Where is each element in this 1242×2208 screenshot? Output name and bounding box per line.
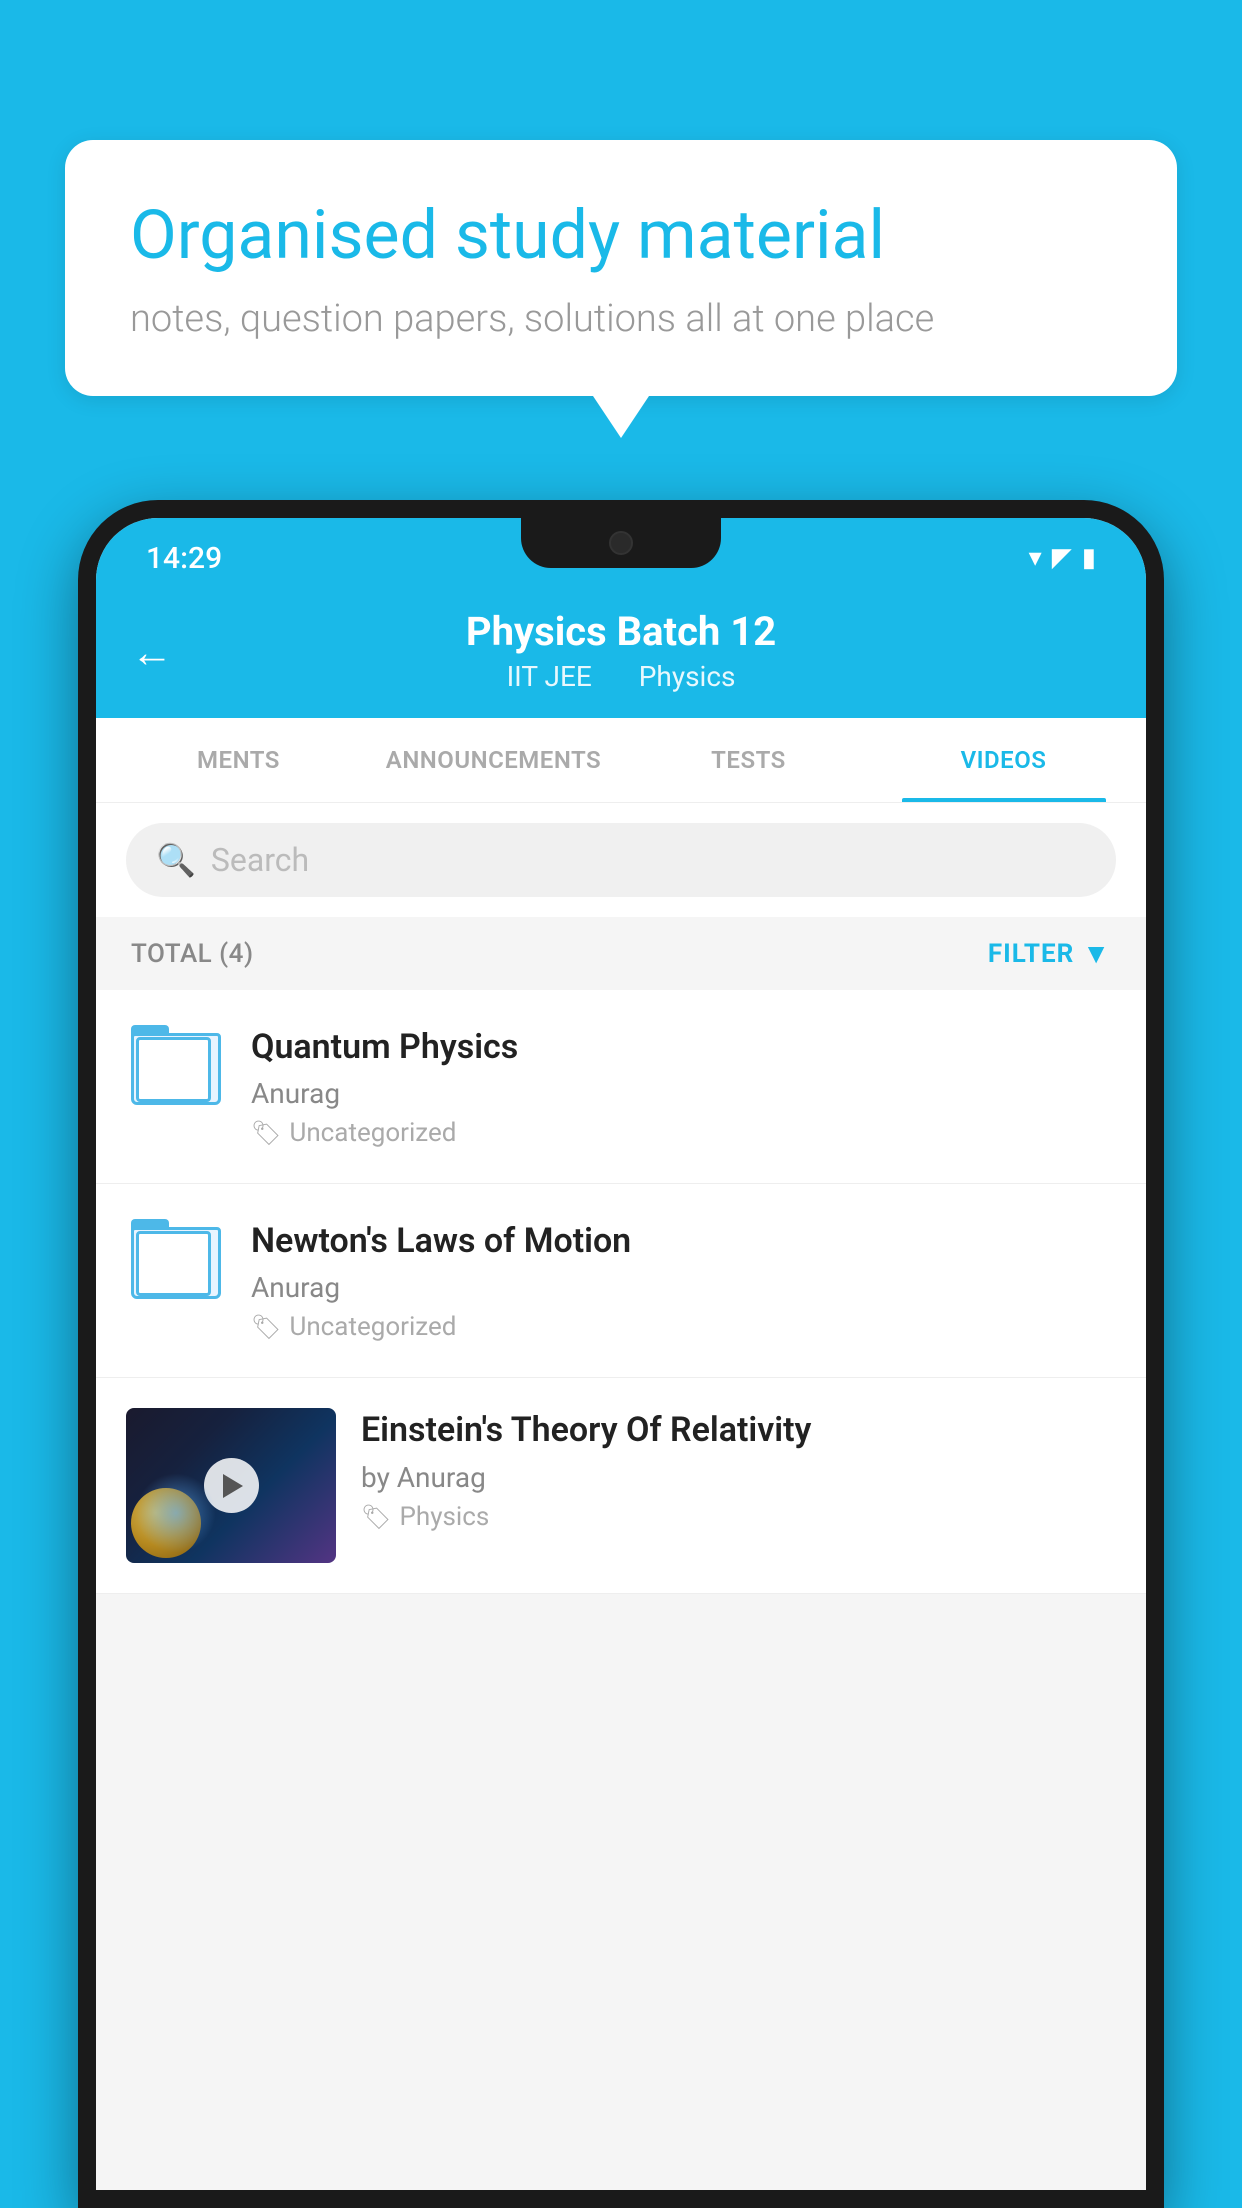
tag-label: Uncategorized <box>289 1312 456 1342</box>
list-item[interactable]: Quantum Physics Anurag 🏷 Uncategorized <box>96 990 1146 1184</box>
video-info-2: Newton's Laws of Motion Anurag 🏷 Uncateg… <box>251 1219 1116 1342</box>
folder-icon <box>131 1219 221 1299</box>
video-list: Quantum Physics Anurag 🏷 Uncategorized <box>96 990 1146 1594</box>
video-tag: 🏷 Physics <box>361 1502 1116 1532</box>
video-author: Anurag <box>251 1271 1116 1304</box>
bubble-subtitle: notes, question papers, solutions all at… <box>130 297 1112 341</box>
tab-videos[interactable]: VIDEOS <box>876 718 1131 802</box>
bubble-title: Organised study material <box>130 195 1112 277</box>
video-info-3: Einstein's Theory Of Relativity by Anura… <box>361 1408 1116 1531</box>
video-thumbnail <box>126 1408 336 1563</box>
tab-tests[interactable]: TESTS <box>621 718 876 802</box>
search-bar[interactable]: 🔍 Search <box>126 823 1116 897</box>
video-tag: 🏷 Uncategorized <box>251 1118 1116 1148</box>
tag-icon: 🏷 <box>251 1313 281 1341</box>
status-icons: ▾ ◤ ▮ <box>1029 543 1096 573</box>
notch-camera <box>609 531 633 555</box>
status-time: 14:29 <box>146 541 222 576</box>
tag-label: Uncategorized <box>289 1118 456 1148</box>
signal-icon: ◤ <box>1052 543 1072 573</box>
video-info-1: Quantum Physics Anurag 🏷 Uncategorized <box>251 1025 1116 1148</box>
video-author: by Anurag <box>361 1461 1116 1494</box>
tab-ments[interactable]: MENTS <box>111 718 366 802</box>
glow-decoration <box>136 1473 216 1553</box>
search-container: 🔍 Search <box>96 803 1146 917</box>
speech-bubble: Organised study material notes, question… <box>65 140 1177 396</box>
tag-icon: 🏷 <box>361 1503 391 1531</box>
play-triangle-icon <box>223 1474 243 1498</box>
tab-announcements[interactable]: ANNOUNCEMENTS <box>366 718 621 802</box>
list-item[interactable]: Newton's Laws of Motion Anurag 🏷 Uncateg… <box>96 1184 1146 1378</box>
video-title: Einstein's Theory Of Relativity <box>361 1408 1116 1452</box>
tab-bar: MENTS ANNOUNCEMENTS TESTS VIDEOS <box>96 718 1146 803</box>
wifi-icon: ▾ <box>1029 543 1042 573</box>
header-subtitle: IIT JEE Physics <box>136 660 1106 693</box>
header-title: Physics Batch 12 <box>136 608 1106 656</box>
filter-button[interactable]: FILTER ▼ <box>988 937 1111 970</box>
speech-bubble-container: Organised study material notes, question… <box>65 140 1177 396</box>
folder-icon <box>131 1025 221 1105</box>
search-placeholder: Search <box>211 841 309 879</box>
video-author: Anurag <box>251 1077 1116 1110</box>
filter-bar: TOTAL (4) FILTER ▼ <box>96 917 1146 990</box>
video-thumb-1 <box>126 1025 226 1105</box>
filter-label: FILTER <box>988 939 1074 969</box>
total-count: TOTAL (4) <box>131 939 254 969</box>
app-header: ← Physics Batch 12 IIT JEE Physics <box>96 588 1146 718</box>
video-tag: 🏷 Uncategorized <box>251 1312 1116 1342</box>
list-item[interactable]: Einstein's Theory Of Relativity by Anura… <box>96 1378 1146 1594</box>
subtitle-physics: Physics <box>639 660 736 693</box>
battery-icon: ▮ <box>1082 543 1096 573</box>
video-title: Quantum Physics <box>251 1025 1116 1069</box>
tag-label: Physics <box>399 1502 489 1532</box>
phone-notch <box>521 518 721 568</box>
phone-screen: 14:29 ▾ ◤ ▮ ← Physics Batch 12 IIT JEE P… <box>96 518 1146 2190</box>
search-icon: 🔍 <box>156 841 196 879</box>
video-title: Newton's Laws of Motion <box>251 1219 1116 1263</box>
tag-icon: 🏷 <box>251 1119 281 1147</box>
back-button[interactable]: ← <box>131 629 173 678</box>
phone-frame: 14:29 ▾ ◤ ▮ ← Physics Batch 12 IIT JEE P… <box>78 500 1164 2208</box>
video-thumb-2 <box>126 1219 226 1299</box>
subtitle-iitjee: IIT JEE <box>507 660 592 693</box>
filter-icon: ▼ <box>1082 937 1111 970</box>
